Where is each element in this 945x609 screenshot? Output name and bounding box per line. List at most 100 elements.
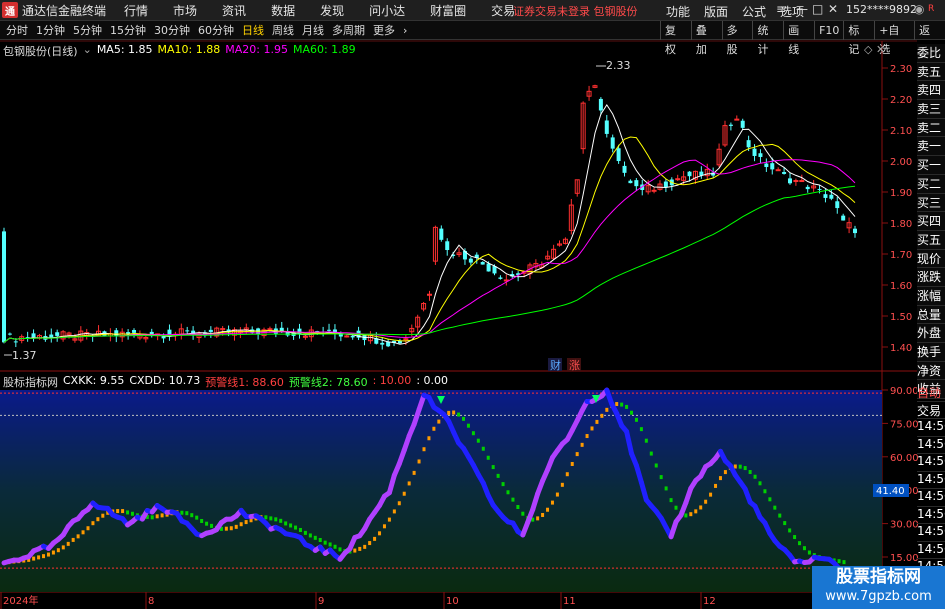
- sidebar-field: 卖五: [917, 62, 945, 82]
- slow-line-segment: [42, 554, 46, 559]
- slow-line-segment: [837, 559, 841, 564]
- slow-line-segment: [397, 501, 401, 506]
- candle-body: [380, 342, 385, 345]
- candle-body: [782, 172, 787, 174]
- candle-body: [835, 201, 840, 209]
- slow-line-segment: [516, 505, 520, 510]
- ind-tick-label: 15.00: [890, 553, 919, 564]
- slow-line-segment: [590, 426, 594, 431]
- slow-line-segment: [298, 527, 302, 532]
- x-tick-label: 9: [318, 596, 324, 607]
- candle-body: [853, 228, 857, 234]
- slow-line-segment: [195, 515, 199, 520]
- slow-line-segment: [496, 473, 500, 478]
- x-tick-label: 12: [703, 596, 716, 607]
- stock-chart[interactable]: 2.30 2.20 2.10 2.00 1.90 1.80 1.70 1.60 1.50 1.40…: [0, 0, 945, 609]
- sidebar-field: 净资: [917, 361, 945, 381]
- slow-line-segment: [289, 523, 293, 528]
- slow-line-segment: [126, 510, 130, 515]
- watermark-url: www.7gpzb.com: [825, 589, 932, 604]
- slow-line-segment: [639, 427, 643, 432]
- candle-body: [841, 215, 846, 221]
- dropdown-chevron-icon[interactable]: ⌄: [83, 43, 92, 59]
- indicator-name[interactable]: 股标指标网: [3, 374, 58, 390]
- finance-badge[interactable]: 财: [550, 358, 561, 372]
- slow-line-segment: [407, 481, 411, 486]
- candle-body: [468, 258, 473, 263]
- candle-body: [598, 98, 603, 111]
- indicator-warn1: 预警线1: 88.60: [205, 376, 284, 389]
- slow-line-segment: [437, 419, 441, 424]
- ma10-label: MA10: 1.88: [157, 43, 221, 56]
- slow-line-segment: [269, 516, 273, 521]
- trade-field: 交易: [917, 402, 945, 419]
- sidebar-field: 外盘: [917, 324, 945, 343]
- trade-sidebar: 自动交易14:5614:5614:5614:5614:5614:5614:561…: [917, 384, 945, 594]
- ind-tick-label: 30.00: [890, 520, 919, 531]
- sidebar-field: 委比: [917, 44, 945, 63]
- slow-line-segment: [76, 534, 80, 539]
- slow-line-segment: [205, 521, 209, 526]
- slow-line-segment: [160, 513, 164, 518]
- candle-body: [616, 148, 621, 162]
- sidebar-field: 涨幅: [917, 286, 945, 306]
- slow-line-segment: [328, 542, 332, 547]
- y-tick-label: 1.80: [890, 219, 912, 230]
- close-chart-icon[interactable]: ✕: [876, 43, 885, 56]
- settings-chart-icon[interactable]: ‹: [849, 43, 853, 56]
- slow-line-segment: [363, 544, 367, 549]
- candle-body: [770, 163, 775, 170]
- trade-field: 自动: [917, 384, 945, 402]
- slow-line-segment: [303, 530, 307, 535]
- diamond-icon[interactable]: ◇: [864, 43, 873, 56]
- slow-line-segment: [758, 481, 762, 486]
- slow-line-segment: [511, 497, 515, 502]
- candle-body: [439, 228, 444, 240]
- slow-line-segment: [51, 550, 55, 555]
- sidebar-field: 现价: [917, 249, 945, 269]
- slow-line-segment: [605, 407, 609, 412]
- trade-field: 14:56: [917, 542, 945, 559]
- sidebar-field: 换手: [917, 343, 945, 362]
- stock-title[interactable]: 包钢股份(日线): [3, 43, 78, 59]
- slow-line-segment: [763, 489, 767, 494]
- ma20-label: MA20: 1.95: [225, 43, 288, 56]
- indicator-background: [0, 390, 882, 592]
- slow-line-segment: [802, 546, 806, 551]
- y-tick-label: 1.90: [890, 188, 912, 199]
- sidebar-field: 卖三: [917, 100, 945, 119]
- trade-field: 14:56: [917, 437, 945, 454]
- slow-line-segment: [718, 476, 722, 481]
- slow-line-segment: [244, 520, 248, 525]
- candle-body: [687, 171, 692, 177]
- slow-line-segment: [748, 470, 752, 475]
- candle-body: [764, 163, 769, 168]
- candle-body: [480, 262, 485, 265]
- slow-line-segment: [210, 523, 214, 528]
- slow-line-segment: [37, 555, 41, 560]
- candle-body: [350, 335, 355, 338]
- slow-line-segment: [116, 509, 120, 514]
- slow-line-segment: [694, 509, 698, 514]
- candle-body: [758, 153, 763, 157]
- slow-line-segment: [541, 512, 545, 517]
- slow-line-segment: [649, 451, 653, 456]
- slow-line-segment: [313, 535, 317, 540]
- slow-line-segment: [555, 492, 559, 497]
- slow-line-segment: [96, 517, 100, 522]
- candle-body: [132, 330, 137, 333]
- limit-up-badge[interactable]: 涨: [569, 359, 580, 372]
- slow-line-segment: [570, 461, 574, 466]
- slow-line-segment: [358, 546, 362, 551]
- slow-line-segment: [842, 560, 846, 565]
- slow-line-segment: [659, 475, 663, 480]
- slow-line-segment: [284, 521, 288, 526]
- candle-body: [817, 188, 822, 190]
- max-price-label: 2.33: [606, 59, 631, 72]
- slow-line-segment: [674, 505, 678, 510]
- watermark-title: 股票指标网: [836, 567, 921, 587]
- slow-line-segment: [773, 505, 777, 510]
- slow-line-segment: [689, 512, 693, 517]
- ma60-line: [3, 185, 856, 343]
- slow-line-segment: [180, 510, 184, 515]
